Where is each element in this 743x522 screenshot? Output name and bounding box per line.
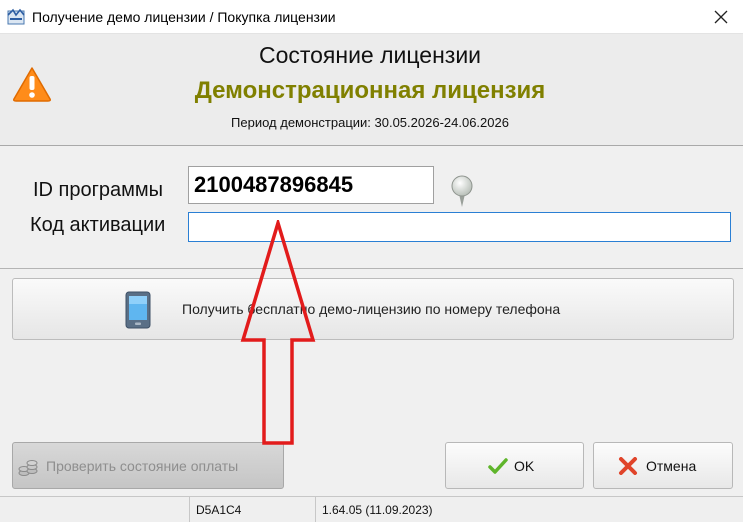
activation-code-input[interactable] (188, 212, 731, 242)
check-payment-button: Проверить состояние оплаты (12, 442, 284, 489)
phone-demo-license-button[interactable]: Получить бесплатно демо-лицензию по номе… (12, 278, 734, 340)
separator (0, 268, 743, 269)
cross-icon (619, 457, 637, 475)
check-payment-label: Проверить состояние оплаты (46, 458, 239, 474)
close-icon (714, 10, 728, 24)
pin-icon[interactable] (449, 174, 475, 208)
status-code: D5A1C4 (190, 497, 316, 522)
demo-period: Период демонстрации: 30.05.2026-24.06.20… (231, 115, 509, 130)
activation-code-label: Код активации (30, 214, 166, 236)
checkmark-icon (488, 458, 508, 474)
warning-icon (13, 67, 51, 102)
phone-icon (125, 291, 151, 329)
status-cell-empty (0, 497, 190, 522)
phone-demo-label: Получить бесплатно демо-лицензию по номе… (182, 301, 561, 317)
status-version: 1.64.05 (11.09.2023) (322, 503, 433, 517)
cancel-button[interactable]: Отмена (593, 442, 733, 489)
title-bar: Получение демо лицензии / Покупка лиценз… (0, 0, 743, 34)
license-header: Состояние лицензии Демонстрационная лице… (0, 34, 743, 146)
license-type: Демонстрационная лицензия (194, 77, 546, 104)
program-id-label: ID программы (33, 179, 164, 201)
close-button[interactable] (700, 4, 742, 30)
program-id-value: 2100487896845 (188, 166, 434, 204)
cancel-label: Отмена (646, 458, 697, 474)
ok-button[interactable]: OK (445, 442, 584, 489)
status-bar: D5A1C4 1.64.05 (11.09.2023) (0, 496, 743, 522)
window-title: Получение демо лицензии / Покупка лиценз… (32, 9, 336, 25)
ok-label: OK (514, 458, 535, 474)
app-icon (7, 8, 25, 25)
coins-icon (18, 460, 38, 476)
license-status-heading: Состояние лицензии (258, 42, 482, 68)
